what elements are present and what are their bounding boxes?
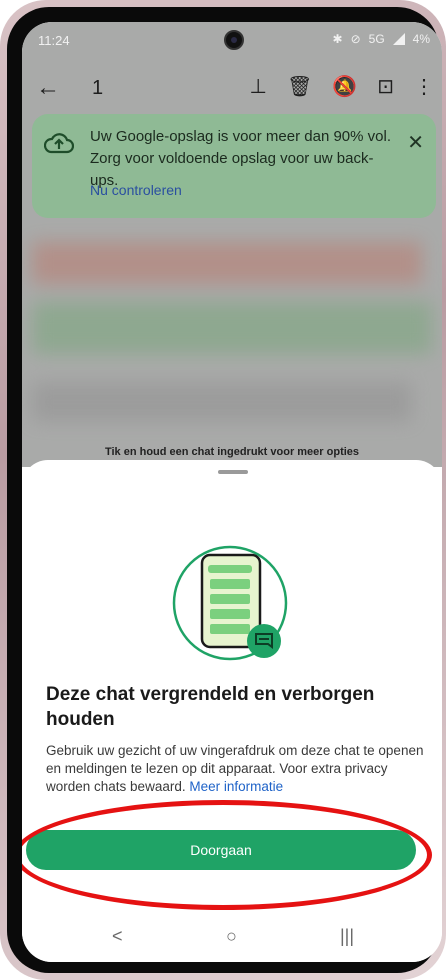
- archive-icon[interactable]: ⊡: [377, 74, 394, 99]
- cloud-upload-icon: [44, 133, 74, 154]
- network-label: 5G: [368, 32, 385, 46]
- signal-icon: [392, 33, 405, 45]
- banner-check-link[interactable]: Nu controleren: [90, 182, 182, 198]
- more-info-link[interactable]: Meer informatie: [189, 779, 283, 794]
- pin-icon[interactable]: ⊥: [250, 74, 267, 99]
- sheet-title: Deze chat vergrendeld en verborgen houde…: [46, 684, 375, 730]
- mute-icon: ⊘: [350, 32, 361, 46]
- drag-handle[interactable]: [218, 470, 248, 474]
- continue-button[interactable]: Doorgaan: [26, 830, 416, 870]
- blurred-chat-list: [22, 222, 442, 442]
- status-icons: ✱ ⊘ 5G 4%: [333, 32, 430, 46]
- battery-label: 4%: [412, 32, 430, 46]
- arrow-left-icon[interactable]: ←: [36, 74, 60, 102]
- nav-back-icon[interactable]: <: [112, 926, 123, 947]
- more-vert-icon[interactable]: ⋮: [414, 74, 434, 99]
- bottom-sheet: Deze chat vergrendeld en verborgen houde…: [22, 460, 442, 962]
- locked-chat-illustration: [172, 545, 288, 661]
- status-bar: 11:24 ✱ ⊘ 5G 4%: [22, 22, 442, 56]
- chat-list-background: 11:24 ✱ ⊘ 5G 4% ← 1 ⊥ 🗑 🔕 ⊡ ⋮ Uw Google-…: [22, 22, 442, 467]
- bluetooth-icon: ✱: [332, 32, 343, 46]
- navigation-bar: < ○ |||: [22, 922, 442, 958]
- nav-home-icon[interactable]: ○: [226, 926, 237, 947]
- long-press-hint: Tik en houd een chat ingedrukt voor meer…: [104, 446, 360, 458]
- selection-toolbar: ← 1 ⊥ 🗑 🔕 ⊡ ⋮: [22, 70, 442, 106]
- trash-icon[interactable]: 🗑: [287, 74, 312, 99]
- nav-recents-icon[interactable]: |||: [340, 926, 354, 947]
- sheet-description: Gebruik uw gezicht of uw vingerafdruk om…: [46, 742, 424, 796]
- front-camera: [224, 30, 244, 50]
- description-tail: chats bewaard.: [94, 779, 186, 794]
- status-time: 11:24: [38, 33, 70, 48]
- selected-count: 1: [92, 77, 104, 99]
- storage-banner: Uw Google-opslag is voor meer dan 90% vo…: [32, 114, 436, 218]
- close-icon[interactable]: ✕: [407, 130, 424, 155]
- mute-bell-icon[interactable]: 🔕: [332, 74, 357, 99]
- phone-screen: 11:24 ✱ ⊘ 5G 4% ← 1 ⊥ 🗑 🔕 ⊡ ⋮ Uw Google-…: [22, 22, 442, 962]
